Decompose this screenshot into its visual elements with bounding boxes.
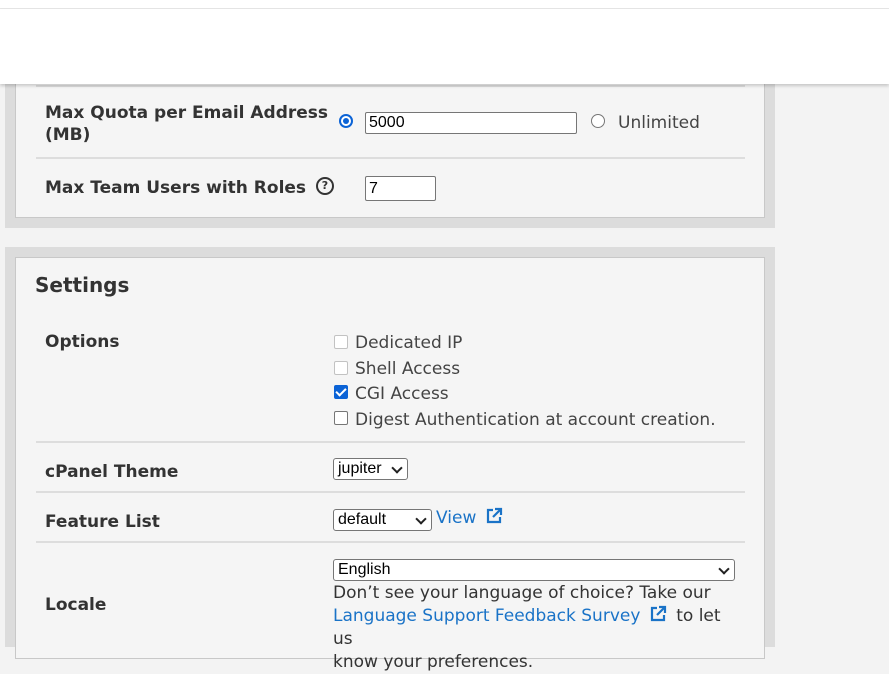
- external-link-icon: [650, 605, 666, 622]
- external-link-icon: [486, 507, 502, 524]
- quota-unlimited-radio[interactable]: [591, 114, 605, 128]
- settings-heading: Settings: [35, 273, 130, 297]
- divider: [36, 441, 745, 443]
- cpanel-theme-select[interactable]: jupiter: [333, 458, 408, 480]
- feature-list-view-link[interactable]: View: [436, 507, 503, 528]
- locale-label: Locale: [45, 595, 107, 615]
- chevron-down-icon: [415, 513, 427, 525]
- team-users-label: Max Team Users with Roles ?: [45, 177, 334, 199]
- settings-panel: Settings Options Dedicated IP Shell Acce…: [5, 247, 775, 672]
- max-quota-input[interactable]: [365, 112, 577, 134]
- cgi-access-label: CGI Access: [355, 384, 449, 404]
- question-circle-icon[interactable]: ?: [315, 177, 334, 195]
- feature-list-label: Feature List: [45, 512, 160, 532]
- unlimited-label: Unlimited: [618, 113, 700, 133]
- top-strip: [0, 0, 889, 9]
- locale-help-text: Don’t see your language of choice? Take …: [333, 583, 721, 672]
- locale-select[interactable]: English: [333, 559, 735, 581]
- team-users-input[interactable]: [365, 176, 436, 201]
- shell-access-label: Shell Access: [355, 359, 461, 379]
- settings-panel-inner: Settings Options Dedicated IP Shell Acce…: [15, 257, 765, 672]
- digest-auth-checkbox[interactable]: [334, 411, 348, 425]
- feature-list-select[interactable]: default: [333, 509, 432, 531]
- divider: [36, 157, 745, 159]
- top-bar: [0, 9, 889, 84]
- divider: [36, 541, 745, 543]
- digest-auth-label: Digest Authentication at account creatio…: [355, 410, 716, 430]
- divider: [36, 85, 745, 87]
- max-quota-label: Max Quota per Email Address (MB): [45, 103, 329, 145]
- quota-limited-radio[interactable]: [339, 114, 353, 128]
- options-label: Options: [45, 332, 120, 352]
- shell-access-checkbox[interactable]: [334, 361, 348, 375]
- language-survey-link[interactable]: Language Support Feedback Survey: [333, 605, 672, 626]
- dedicated-ip-checkbox[interactable]: [334, 335, 348, 349]
- quota-panel: Max Quota per Email Address (MB) Unlimit…: [5, 60, 775, 228]
- cpanel-theme-label: cPanel Theme: [45, 462, 179, 482]
- cgi-access-checkbox[interactable]: [334, 385, 348, 399]
- chevron-down-icon: [391, 462, 403, 474]
- chevron-down-icon: [718, 563, 730, 575]
- divider: [36, 491, 745, 493]
- dedicated-ip-label: Dedicated IP: [355, 333, 463, 353]
